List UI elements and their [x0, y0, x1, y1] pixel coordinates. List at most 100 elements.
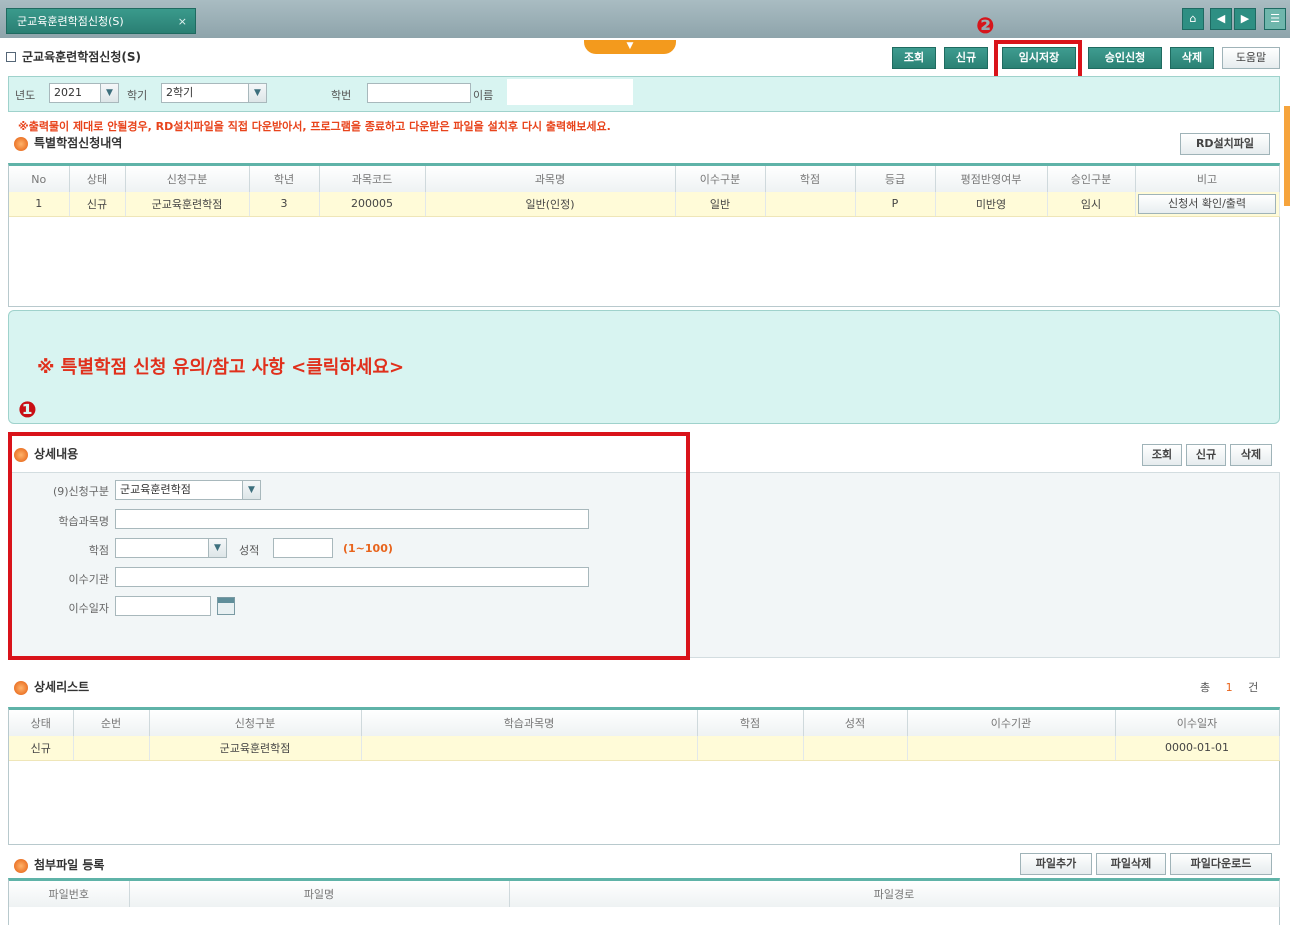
cell-reflect: 미반영	[935, 192, 1048, 217]
cell-institution	[907, 736, 1116, 761]
detail-list-table: 상태 순번 신청구분 학습과목명 학점 성적 이수기관 이수일자 신규 군교육훈…	[8, 707, 1280, 845]
cell-completion: 일반	[675, 192, 766, 217]
total-suffix: 건	[1248, 681, 1259, 694]
arrow-left-icon[interactable]: ◀	[1210, 8, 1232, 30]
notice-panel[interactable]: ※ 특별학점 신청 유의/참고 사항 <클릭하세요>	[8, 310, 1280, 424]
detail-list-title: 상세리스트	[14, 678, 89, 695]
col-date: 이수일자	[1115, 710, 1280, 736]
chevron-down-icon[interactable]: ▼	[248, 84, 266, 102]
table-header: 파일번호 파일명 파일경로	[9, 881, 1280, 907]
table-row[interactable]: 1 신규 군교육훈련학점 3 200005 일반(인정) 일반 P 미반영 임시…	[9, 192, 1280, 217]
attachments-table: 파일번호 파일명 파일경로	[8, 878, 1280, 925]
student-no-field[interactable]	[367, 83, 471, 103]
year-select[interactable]: 2021 ▼	[49, 83, 119, 103]
col-credit: 학점	[697, 710, 804, 736]
cell-subject: 일반(인정)	[425, 192, 676, 217]
help-button[interactable]: 도움말	[1222, 47, 1280, 69]
cell-note: 신청서 확인/출력	[1135, 192, 1280, 217]
col-note: 비고	[1135, 166, 1280, 192]
detail-search-button[interactable]: 조회	[1142, 444, 1182, 466]
warning-text: ※출력물이 제대로 안될경우, RD설치파일을 직접 다운받아서, 프로그램을 …	[18, 120, 611, 133]
side-drawer-tab[interactable]	[1284, 106, 1290, 206]
close-icon[interactable]: ×	[178, 9, 187, 35]
cell-score	[803, 736, 908, 761]
chevron-down-icon[interactable]: ▼	[100, 84, 118, 102]
cell-status: 신규	[69, 192, 126, 217]
total-prefix: 총	[1200, 681, 1211, 694]
table-row[interactable]: 신규 군교육훈련학점 0000-01-01	[9, 736, 1280, 761]
col-approval: 승인구분	[1047, 166, 1136, 192]
bullet-icon	[14, 680, 28, 695]
cell-status: 신규	[9, 736, 74, 761]
tab-special-credit[interactable]: 군교육훈련학점신청(S) ×	[6, 8, 196, 34]
col-file-no: 파일번호	[9, 881, 130, 907]
cell-date: 0000-01-01	[1115, 736, 1280, 761]
notice-link[interactable]: ※ 특별학점 신청 유의/참고 사항 <클릭하세요>	[37, 353, 404, 379]
col-seq: 순번	[73, 710, 150, 736]
marker-1: ❶	[18, 398, 37, 423]
search-button[interactable]: 조회	[892, 47, 936, 69]
col-no: No	[9, 166, 70, 192]
cell-no: 1	[9, 192, 70, 217]
col-code: 과목코드	[319, 166, 426, 192]
cell-course	[361, 736, 698, 761]
request-approval-button[interactable]: 승인신청	[1088, 47, 1162, 69]
highlight-box-detail	[8, 432, 690, 660]
home-icon[interactable]: ⌂	[1182, 8, 1204, 30]
col-subject: 과목명	[425, 166, 676, 192]
bullet-icon	[14, 136, 28, 151]
detail-delete-button[interactable]: 삭제	[1230, 444, 1272, 466]
col-year: 학년	[249, 166, 320, 192]
add-file-button[interactable]: 파일추가	[1020, 853, 1092, 875]
cell-seq	[73, 736, 150, 761]
search-panel: 년도 2021 ▼ 학기 2학기 ▼ 학번 이름	[8, 76, 1280, 112]
col-score: 성적	[803, 710, 908, 736]
year-label: 년도	[15, 89, 36, 102]
cell-credit	[697, 736, 804, 761]
cell-credit	[765, 192, 856, 217]
col-course: 학습과목명	[361, 710, 698, 736]
name-field[interactable]	[507, 79, 633, 105]
print-application-button[interactable]: 신청서 확인/출력	[1138, 193, 1276, 214]
collapse-handle[interactable]: ▼	[584, 40, 676, 54]
special-section-title: 특별학점신청내역	[14, 134, 122, 151]
top-tab-bar: 군교육훈련학점신청(S) × ⌂ ◀ ▶ ☰	[0, 0, 1290, 38]
name-label: 이름	[473, 89, 494, 102]
year-value: 2021	[54, 86, 82, 99]
expand-icon	[6, 51, 16, 62]
delete-file-button[interactable]: 파일삭제	[1096, 853, 1166, 875]
detail-new-button[interactable]: 신규	[1186, 444, 1226, 466]
col-credit: 학점	[765, 166, 856, 192]
cell-approval: 임시	[1047, 192, 1136, 217]
attachments-title: 첨부파일 등록	[14, 856, 104, 873]
student-no-label: 학번	[331, 89, 352, 102]
term-value: 2학기	[166, 86, 194, 99]
download-file-button[interactable]: 파일다운로드	[1170, 853, 1272, 875]
col-file-path: 파일경로	[509, 881, 1280, 907]
rd-install-button[interactable]: RD설치파일	[1180, 133, 1270, 155]
term-select[interactable]: 2학기 ▼	[161, 83, 267, 103]
col-institution: 이수기관	[907, 710, 1116, 736]
new-button[interactable]: 신규	[944, 47, 988, 69]
col-type: 신청구분	[125, 166, 250, 192]
total-count: 총 1 건	[1200, 679, 1258, 695]
menu-icon[interactable]: ☰	[1264, 8, 1286, 30]
col-file-name: 파일명	[129, 881, 510, 907]
arrow-right-icon[interactable]: ▶	[1234, 8, 1256, 30]
highlight-box-temp-save	[994, 40, 1082, 80]
delete-button[interactable]: 삭제	[1170, 47, 1214, 69]
cell-code: 200005	[319, 192, 426, 217]
term-label: 학기	[127, 89, 148, 102]
table-header: No 상태 신청구분 학년 과목코드 과목명 이수구분 학점 등급 평점반영여부…	[9, 166, 1280, 192]
col-status: 상태	[69, 166, 126, 192]
col-type: 신청구분	[149, 710, 362, 736]
cell-type: 군교육훈련학점	[149, 736, 362, 761]
col-status: 상태	[9, 710, 74, 736]
tab-label: 군교육훈련학점신청(S)	[17, 15, 124, 28]
col-reflect: 평점반영여부	[935, 166, 1048, 192]
marker-2: ❷	[976, 14, 995, 39]
cell-type: 군교육훈련학점	[125, 192, 250, 217]
bullet-icon	[14, 858, 28, 873]
cell-grade: P	[855, 192, 936, 217]
col-grade: 등급	[855, 166, 936, 192]
